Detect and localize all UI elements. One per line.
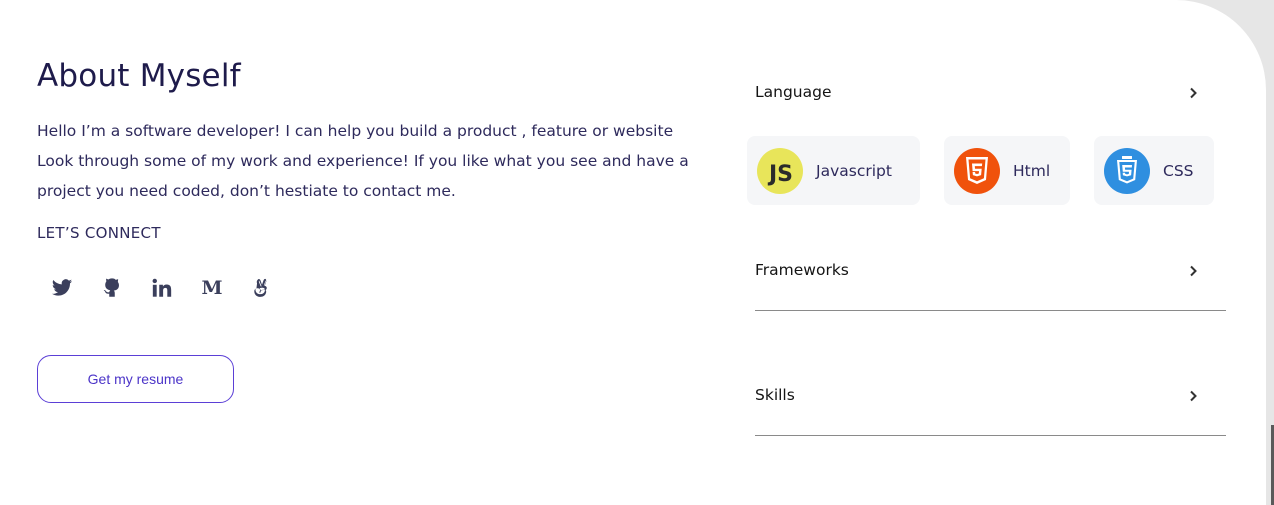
angellist-link[interactable]: [248, 274, 276, 302]
chevron-right-icon: [1186, 85, 1200, 99]
linkedin-icon: [152, 278, 172, 297]
get-resume-button[interactable]: Get my resume: [37, 355, 234, 403]
language-section-header[interactable]: Language: [755, 80, 1200, 104]
github-link[interactable]: [98, 274, 126, 302]
twitter-link[interactable]: [48, 274, 76, 302]
chevron-right-icon: [1186, 263, 1200, 277]
frameworks-divider: [755, 310, 1226, 311]
social-links: M: [48, 274, 276, 302]
github-icon: [103, 278, 119, 297]
twitter-icon: [51, 279, 73, 296]
intro-paragraph: Hello I’m a software developer! I can he…: [37, 122, 689, 200]
medium-link[interactable]: M: [198, 274, 226, 302]
css3-logo-icon: [1104, 147, 1150, 194]
tile-javascript[interactable]: JS Javascript: [747, 136, 920, 205]
javascript-logo-icon: JS: [757, 147, 803, 194]
html5-logo-icon: [954, 147, 1000, 194]
tile-label: Javascript: [816, 161, 892, 180]
angellist-icon: [254, 278, 267, 297]
language-section-label: Language: [755, 83, 832, 101]
skills-section-header[interactable]: Skills: [755, 383, 1200, 407]
skills-section-label: Skills: [755, 386, 795, 404]
connect-label: LET’S CONNECT: [37, 224, 161, 242]
frameworks-section-header[interactable]: Frameworks: [755, 258, 1200, 282]
skills-divider: [755, 435, 1226, 436]
linkedin-link[interactable]: [148, 274, 176, 302]
page-title: About Myself: [37, 58, 241, 94]
medium-icon: M: [201, 277, 223, 299]
frameworks-section-label: Frameworks: [755, 261, 849, 279]
tile-label: Html: [1013, 161, 1051, 180]
tile-html[interactable]: Html: [944, 136, 1070, 205]
tile-label: CSS: [1163, 161, 1194, 180]
tile-css[interactable]: CSS: [1094, 136, 1214, 205]
chevron-right-icon: [1186, 388, 1200, 402]
javascript-logo-text: JS: [769, 161, 794, 187]
